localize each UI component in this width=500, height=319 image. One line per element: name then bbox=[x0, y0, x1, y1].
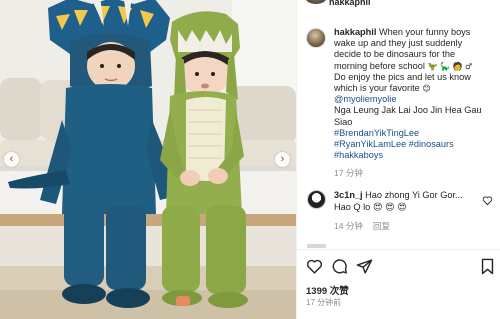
hashtag-link[interactable]: #hakkaboys bbox=[334, 150, 496, 161]
photo-scene bbox=[0, 0, 296, 319]
next-photo-button[interactable]: › bbox=[275, 152, 290, 167]
bookmark-icon[interactable] bbox=[479, 258, 496, 275]
commenter-name[interactable]: 3c1n_j bbox=[334, 190, 363, 200]
caption-line-1: When your funny boys bbox=[378, 27, 471, 37]
caption-mention[interactable]: @myoliemyolie bbox=[334, 94, 496, 105]
caption-line-2: wake up and they just suddenly bbox=[334, 38, 463, 49]
comment-emojis: 😍 😍 😍 bbox=[372, 201, 407, 212]
heart-icon[interactable] bbox=[306, 258, 323, 275]
post-photo: ‹ › bbox=[0, 0, 296, 319]
caption-emojis: 🦖 🦕 🧑 ♂ bbox=[427, 61, 473, 71]
author-avatar-top[interactable] bbox=[305, 0, 327, 4]
favorite-emoji: 😊 bbox=[422, 84, 431, 94]
comment-timestamp: 14 分钟 bbox=[334, 221, 363, 231]
post-actions-bar: 1399 次赞 17 分钟前 bbox=[297, 249, 500, 319]
reply-button[interactable]: 回复 bbox=[373, 220, 390, 232]
comment-text: Hao zhong Yi Gor Gor... bbox=[365, 190, 463, 200]
like-count[interactable]: 1399 次赞 bbox=[306, 283, 349, 297]
caption-author-name[interactable]: hakkaphil bbox=[334, 27, 376, 37]
caption-timestamp: 17 分钟 bbox=[334, 168, 363, 178]
caption-author-avatar[interactable] bbox=[306, 28, 326, 48]
hashtag-link[interactable]: #RyanYikLamLee #dinosaurs bbox=[334, 139, 496, 150]
comment-like-heart-icon[interactable] bbox=[482, 195, 493, 206]
caption-text-3: Siao bbox=[334, 116, 353, 127]
author-name-top[interactable]: hakkaphil bbox=[329, 0, 371, 7]
caption-line-3: decide to be dinosaurs for the bbox=[334, 49, 456, 60]
commenter-avatar[interactable] bbox=[307, 190, 326, 209]
hashtag-link[interactable]: #BrendanYikTingLee bbox=[334, 128, 496, 139]
next-comment-avatar bbox=[307, 244, 326, 248]
comment: 3c1n_j Hao zhong Yi Gor Gor... Hao Q lo … bbox=[334, 190, 474, 213]
comment-icon[interactable] bbox=[331, 258, 348, 275]
post-timestamp: 17 分钟前 bbox=[306, 298, 342, 307]
caption-line-4: morning before school bbox=[334, 60, 425, 71]
share-icon[interactable] bbox=[356, 258, 373, 275]
caption-line-6: which is your favorite bbox=[334, 83, 420, 94]
comment-text-2: Hao Q lo bbox=[334, 201, 371, 212]
post-side-panel: hakkaphil hakkaphil When your funny boys… bbox=[296, 0, 500, 319]
caption-line-5: Do enjoy the pics and let us know bbox=[334, 71, 471, 82]
previous-photo-button[interactable]: ‹ bbox=[4, 152, 19, 167]
caption-text-2: Nga Leung Jak Lai Joo Jin Hea Gau bbox=[334, 105, 482, 116]
post-caption: hakkaphil When your funny boys wake up a… bbox=[334, 27, 496, 161]
